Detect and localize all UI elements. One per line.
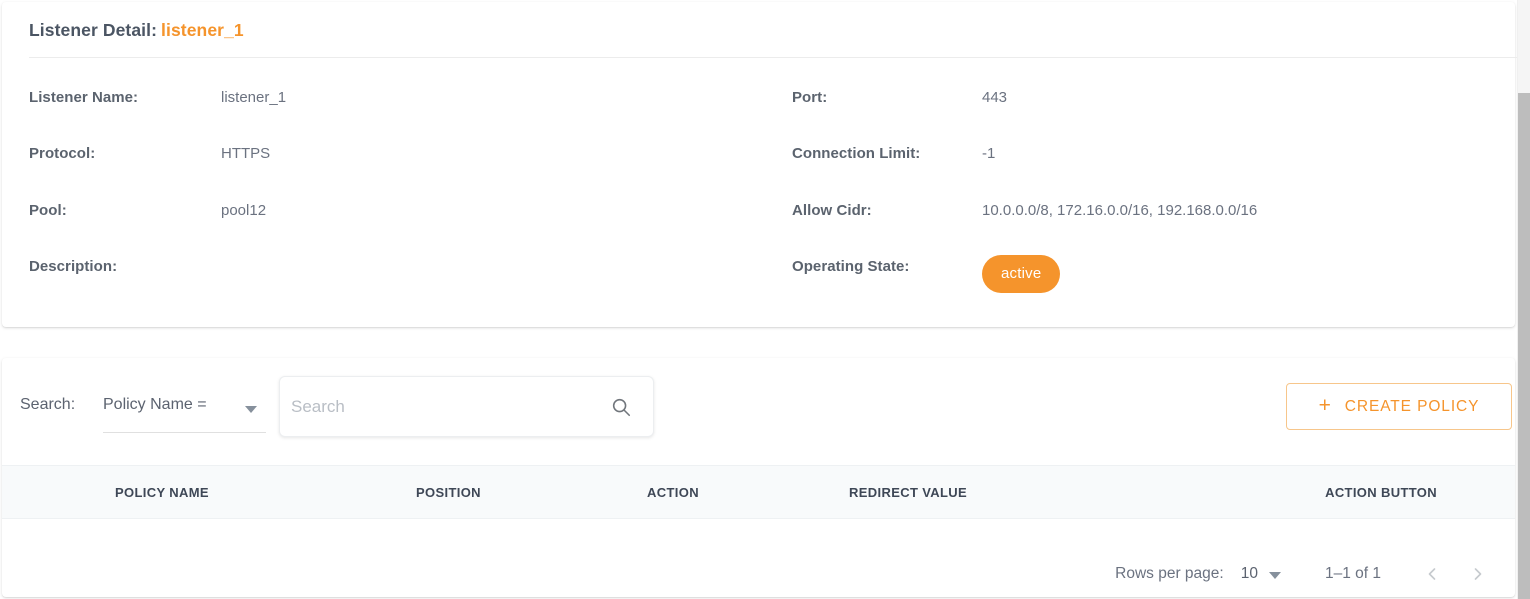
allow-cidr-label: Allow Cidr: — [792, 202, 872, 219]
search-field-selected-value: Policy Name = — [103, 396, 207, 413]
protocol-label: Protocol: — [29, 145, 96, 162]
plus-icon: + — [1318, 394, 1332, 417]
rows-per-page-select[interactable]: 10 — [1241, 565, 1281, 583]
listener-detail-card: Listener Detail: listener_1 Listener Name… — [2, 2, 1518, 327]
listener-name-label: Listener Name: — [29, 89, 139, 106]
column-header-policy-name: POLICY NAME — [115, 485, 209, 500]
chevron-down-icon — [245, 406, 257, 413]
next-page-button[interactable] — [1455, 551, 1501, 597]
page-title: Listener Detail: listener_1 — [29, 20, 244, 41]
policy-table-body — [2, 519, 1515, 551]
column-header-redirect-value: REDIRECT VALUE — [849, 485, 968, 500]
create-policy-button-label: CREATE POLICY — [1344, 397, 1480, 415]
page-title-prefix: Listener Detail: — [29, 20, 158, 40]
scrollbar-thumb[interactable] — [1518, 93, 1530, 599]
search-icon[interactable] — [610, 396, 632, 418]
search-label: Search: — [20, 396, 76, 413]
rows-per-page-label: Rows per page: — [1115, 565, 1224, 582]
allow-cidr-value: 10.0.0.0/8, 172.16.0.0/16, 192.168.0.0/1… — [982, 202, 1258, 219]
pagination-bar: Rows per page: 10 1–1 of 1 — [2, 551, 1515, 597]
listener-detail-page: Listener Detail: listener_1 Listener Name… — [0, 0, 1518, 599]
previous-page-button[interactable] — [1409, 551, 1455, 597]
connection-limit-value: -1 — [982, 145, 996, 162]
description-label: Description: — [29, 258, 118, 275]
page-title-value: listener_1 — [161, 20, 244, 40]
search-field-select[interactable]: Policy Name = — [103, 385, 266, 433]
vertical-scrollbar[interactable] — [1517, 0, 1530, 599]
pagination-range: 1–1 of 1 — [1324, 565, 1381, 582]
chevron-down-icon — [1268, 571, 1281, 579]
column-header-action-button: ACTION BUTTON — [1325, 485, 1437, 500]
pool-label: Pool: — [29, 202, 67, 219]
rows-per-page-value: 10 — [1240, 565, 1258, 582]
chevron-right-icon — [1474, 568, 1482, 580]
pool-value: pool12 — [221, 202, 267, 219]
connection-limit-label: Connection Limit: — [792, 145, 921, 162]
port-value: 443 — [982, 89, 1008, 106]
listener-name-value: listener_1 — [221, 89, 287, 106]
status-badge: active — [982, 255, 1061, 293]
policy-table-header-row: POLICY NAME POSITION ACTION REDIRECT VAL… — [2, 465, 1515, 519]
column-header-action: ACTION — [647, 485, 699, 500]
search-box — [279, 376, 654, 437]
operating-state-label: Operating State: — [792, 258, 910, 275]
search-input[interactable] — [280, 377, 590, 436]
title-divider — [29, 57, 1518, 58]
chevron-left-icon — [1428, 568, 1436, 580]
create-policy-button[interactable]: + CREATE POLICY — [1286, 383, 1512, 430]
port-label: Port: — [792, 89, 828, 106]
protocol-value: HTTPS — [221, 145, 271, 162]
column-header-position: POSITION — [416, 485, 481, 500]
